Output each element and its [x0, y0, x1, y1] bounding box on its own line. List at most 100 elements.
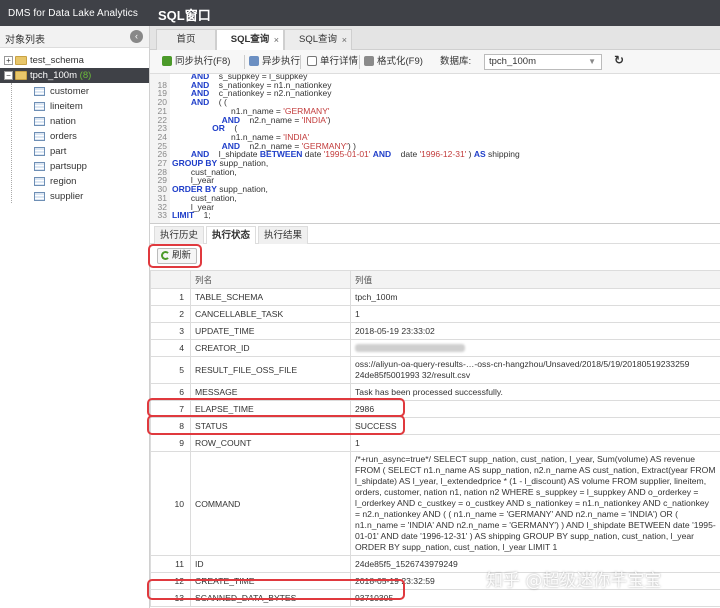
db-name: test_schema [30, 55, 84, 66]
table-icon [34, 116, 45, 126]
tab-sql-query-2[interactable]: SQL查询 × [284, 29, 352, 50]
row-value: Task has been processed successfully. [350, 383, 720, 401]
divider [359, 55, 360, 69]
collapse-sidebar-icon[interactable]: ‹ [130, 30, 143, 43]
row-value: /*+run_async=true*/ SELECT supp_nation, … [350, 451, 720, 556]
row-index: 9 [150, 434, 191, 452]
table-icon [34, 146, 45, 156]
tab-exec-history[interactable]: 执行历史 [154, 226, 204, 244]
row-key: ROW_COUNT [190, 434, 351, 452]
tab-home[interactable]: 首页 [156, 29, 216, 50]
expand-icon[interactable]: + [4, 55, 13, 65]
table-label: partsupp [50, 161, 87, 172]
close-icon[interactable]: × [274, 30, 279, 50]
row-key: CREATOR_ID [190, 339, 351, 357]
table-row[interactable]: 9 ROW_COUNT 1 [150, 434, 720, 452]
watermark: 知乎 @超级迷你芊宝宝 [486, 571, 662, 591]
row-key: TABLE_SCHEMA [190, 288, 351, 306]
row-key: CANCELLABLE_TASK [190, 305, 351, 323]
table-label: nation [50, 116, 76, 127]
sidebar-header: 对象列表 ‹ [0, 26, 149, 48]
editor-tabs: 首页 SQL查询 × SQL查询 × [150, 26, 720, 51]
tab-label: SQL查询 [230, 34, 270, 45]
table-icon [34, 86, 45, 96]
row-index: 4 [150, 339, 191, 357]
code-line: 31 cust_nation, [150, 194, 720, 203]
chevron-down-icon: ▼ [588, 57, 596, 66]
tab-exec-result[interactable]: 执行结果 [258, 226, 308, 244]
tree-db-tpch-100m[interactable]: − tpch_100m (8) [0, 68, 149, 83]
table-label: orders [50, 131, 77, 142]
button-label: 格式化(F9) [377, 56, 423, 67]
divider [300, 55, 301, 69]
window-title: SQL窗口 [158, 8, 211, 23]
row-key: RESULT_FILE_OSS_FILE [190, 356, 351, 384]
column-header-value: 列值 [350, 270, 720, 289]
tree-table-orders[interactable]: orders [34, 129, 77, 144]
tree-table-customer[interactable]: customer [34, 84, 89, 99]
tab-label: 首页 [176, 34, 196, 45]
tab-exec-status[interactable]: 执行状态 [206, 226, 256, 244]
row-value: oss://aliyun-oa-query-results-…-oss-cn-h… [350, 356, 720, 384]
table-header-row: 列名 列值 [150, 270, 720, 289]
tree-table-supplier[interactable]: supplier [34, 189, 83, 204]
app-brand: DMS for Data Lake Analytics [8, 8, 138, 19]
button-label: 异步执行 [262, 56, 301, 67]
row-value: tpch_100m [350, 288, 720, 306]
table-row[interactable]: 4 CREATOR_ID [150, 339, 720, 357]
collapse-icon[interactable]: − [4, 70, 13, 80]
row-key: COMMAND [190, 451, 351, 556]
table-label: customer [50, 86, 90, 97]
tree-table-region[interactable]: region [34, 174, 76, 189]
result-panel-tabs: 执行历史 执行状态 执行结果 [150, 226, 720, 244]
async-icon [249, 56, 259, 67]
tree-table-partsupp[interactable]: partsupp [34, 159, 87, 174]
row-index: 3 [150, 322, 191, 340]
table-icon [34, 101, 45, 111]
row-value: 1 [350, 305, 720, 323]
tree-table-lineitem[interactable]: lineitem [34, 99, 83, 114]
code-line: 33 LIMIT 1; [150, 211, 720, 220]
row-value [350, 339, 720, 357]
refresh-icon[interactable]: ↻ [614, 52, 624, 68]
run-icon [162, 56, 172, 67]
format-icon [364, 56, 374, 67]
object-sidebar: 对象列表 ‹ + test_schema − tpch_100m (8) custo… [0, 26, 150, 608]
table-row[interactable]: 3 UPDATE_TIME 2018-05-19 23:33:02 [150, 322, 720, 340]
row-value: 2986 [350, 400, 720, 418]
database-value: tpch_100m [489, 56, 537, 67]
button-label: 同步执行(F8) [175, 56, 231, 67]
tree-db-test-schema[interactable]: + test_schema [4, 53, 84, 68]
button-label: 单行详情 [320, 56, 359, 67]
line-number: 33 [157, 210, 167, 221]
highlight-scanned-bytes [147, 579, 405, 600]
column-header-name: 列名 [190, 270, 351, 289]
sql-editor[interactable]: AND s_suppkey = l_suppkey 18 AND s_nation… [150, 74, 720, 224]
tree-table-part[interactable]: part [34, 144, 66, 159]
table-row[interactable]: 10 COMMAND/*+run_async=true*/ SELECT supp… [150, 451, 720, 556]
row-index: 11 [150, 555, 191, 573]
folder-icon [15, 70, 27, 80]
row-index: 10 [150, 451, 191, 556]
folder-icon [15, 55, 27, 65]
table-label: supplier [50, 191, 84, 202]
single-row-detail-button[interactable]: 单行详情 [307, 54, 358, 70]
code-line: 28 cust_nation, [150, 167, 720, 177]
sync-execute-button[interactable]: 同步执行(F8) [162, 54, 230, 70]
detail-icon [307, 56, 317, 67]
query-toolbar: 同步执行(F8) 异步执行 单行详情 格式化(F9) 数据库: tpch_100… [150, 50, 720, 74]
row-index: 2 [150, 305, 191, 323]
redacted-value [355, 344, 465, 353]
tab-sql-query-1[interactable]: SQL查询 × [216, 29, 284, 51]
table-icon [34, 161, 45, 171]
table-row[interactable]: 2 CANCELLABLE_TASK 1 [150, 305, 720, 323]
tree-table-nation[interactable]: nation [34, 114, 76, 129]
row-value: 2018-05-19 23:33:02 [350, 322, 720, 340]
format-button[interactable]: 格式化(F9) [364, 54, 423, 70]
table-row[interactable]: 5 RESULT_FILE_OSS_FILE oss://aliyun-oa-que… [150, 356, 720, 384]
async-execute-button[interactable]: 异步执行 [249, 54, 300, 70]
database-select[interactable]: tpch_100m ▼ [484, 54, 602, 70]
close-icon[interactable]: × [342, 30, 347, 50]
table-row[interactable]: 1 TABLE_SCHEMA tpch_100m [150, 288, 720, 306]
code-line: 32 l_year [150, 202, 720, 212]
